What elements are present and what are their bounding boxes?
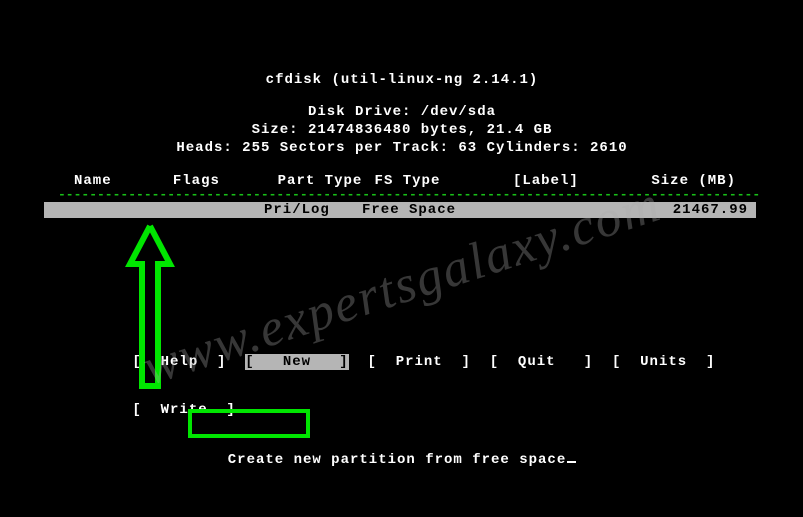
disk-geometry-line: Heads: 255 Sectors per Track: 63 Cylinde… xyxy=(44,139,760,157)
separator: ----------------------------------------… xyxy=(44,187,760,202)
disk-size-line: Size: 21474836480 bytes, 21.4 GB xyxy=(44,121,760,139)
menu-help[interactable]: [ Help ] xyxy=(132,354,226,370)
menu-bar: [ Help ] [ New ] [ Print ] [ Quit ] [ Un… xyxy=(76,338,728,434)
cell-fs-type: Free Space xyxy=(362,202,502,218)
menu-quit[interactable]: [ Quit ] xyxy=(490,354,593,370)
disk-drive-line: Disk Drive: /dev/sda xyxy=(44,103,760,121)
menu-print[interactable]: [ Print ] xyxy=(367,354,470,370)
partition-row[interactable]: Pri/Log Free Space 21467.99 xyxy=(44,202,756,218)
cell-size-mb: 21467.99 xyxy=(642,202,748,218)
terminal-window: cfdisk (util-linux-ng 2.14.1) Disk Drive… xyxy=(44,36,760,482)
menu-new[interactable]: [ New ] xyxy=(245,354,348,370)
cell-part-type: Pri/Log xyxy=(264,202,362,218)
menu-write[interactable]: [ Write ] xyxy=(132,402,235,418)
app-title: cfdisk (util-linux-ng 2.14.1) xyxy=(44,71,760,89)
menu-units[interactable]: [ Units ] xyxy=(612,354,715,370)
hint-text: Create new partition from free space xyxy=(44,452,760,468)
